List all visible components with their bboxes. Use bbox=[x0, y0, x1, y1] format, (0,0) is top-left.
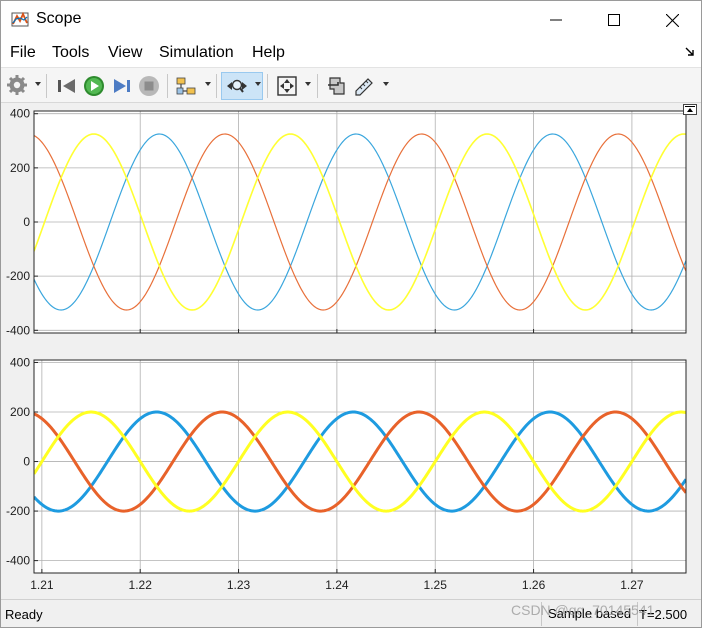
x-tick-label: 1.26 bbox=[522, 578, 546, 592]
maximize-icon bbox=[608, 14, 620, 26]
y-tick-label: 200 bbox=[10, 161, 30, 175]
y-tick-label: -200 bbox=[6, 504, 30, 518]
measurement-dropdown-icon[interactable] bbox=[383, 82, 389, 86]
y-tick-label: 400 bbox=[10, 355, 30, 369]
y-tick-label: 200 bbox=[10, 405, 30, 419]
expand-axes-button[interactable] bbox=[683, 104, 697, 115]
x-tick-label: 1.24 bbox=[325, 578, 349, 592]
settings-dropdown-icon[interactable] bbox=[35, 82, 41, 86]
close-button[interactable] bbox=[643, 1, 701, 39]
y-tick-label: -400 bbox=[6, 554, 30, 568]
toolbar-separator bbox=[46, 74, 47, 98]
toolbar-separator bbox=[317, 74, 318, 98]
toolbar-separator bbox=[167, 74, 168, 98]
toolbar-separator bbox=[267, 74, 268, 98]
signal-selector-dropdown-icon[interactable] bbox=[205, 82, 211, 86]
menu-file[interactable]: File bbox=[10, 44, 36, 62]
minimize-icon bbox=[550, 19, 562, 21]
expand-axes-icon bbox=[685, 106, 695, 112]
settings-gear-icon[interactable] bbox=[6, 74, 30, 98]
menu-view[interactable]: View bbox=[108, 44, 142, 62]
close-icon bbox=[665, 13, 679, 27]
y-tick-label: 0 bbox=[23, 455, 30, 469]
run-icon[interactable] bbox=[82, 74, 106, 98]
matlab-scope-icon bbox=[11, 11, 29, 27]
zoom-icon[interactable] bbox=[225, 74, 249, 98]
step-back-icon[interactable] bbox=[55, 74, 79, 98]
scope-plots[interactable]: 4002000-200-4004002000-200-4001.21 1.22 1.… bbox=[1, 103, 701, 599]
highlight-block-icon[interactable] bbox=[325, 74, 349, 98]
x-tick-label: 1.27 bbox=[620, 578, 644, 592]
maximize-button[interactable] bbox=[585, 1, 643, 39]
menu-bar: File Tools View Simulation Help bbox=[1, 39, 701, 67]
x-tick-label: 1.23 bbox=[227, 578, 251, 592]
autoscale-icon[interactable] bbox=[275, 74, 299, 98]
step-forward-icon[interactable] bbox=[110, 74, 134, 98]
y-tick-label: -400 bbox=[6, 323, 30, 337]
y-tick-label: -200 bbox=[6, 269, 30, 283]
minimize-button[interactable] bbox=[527, 1, 585, 39]
menu-help[interactable]: Help bbox=[252, 44, 285, 62]
toolbar bbox=[1, 67, 701, 103]
stop-icon[interactable] bbox=[137, 74, 161, 98]
menu-simulation[interactable]: Simulation bbox=[159, 44, 234, 62]
measurement-icon[interactable] bbox=[353, 74, 377, 98]
zoom-dropdown-icon[interactable] bbox=[255, 82, 261, 86]
x-tick-label: 1.22 bbox=[129, 578, 153, 592]
scope-window: Scope File Tools View Simulation Help 40… bbox=[0, 0, 702, 628]
watermark: CSDN @qq_70145541 bbox=[511, 602, 655, 618]
signal-selector-icon[interactable] bbox=[174, 74, 198, 98]
toolbar-separator bbox=[216, 74, 217, 98]
scope-plot-area[interactable]: 400 200 0 -200 -400 400 200 0 -200 -400 1.21 1.22 1.… bbox=[1, 103, 701, 599]
window-title: Scope bbox=[36, 10, 82, 27]
autoscale-dropdown-icon[interactable] bbox=[305, 82, 311, 86]
y-tick-label: 0 bbox=[23, 215, 30, 229]
dock-arrow-icon[interactable] bbox=[685, 47, 695, 57]
x-tick-label: 1.21 bbox=[30, 578, 54, 592]
x-tick-label: 1.25 bbox=[424, 578, 448, 592]
title-bar: Scope bbox=[1, 1, 701, 39]
status-ready: Ready bbox=[5, 607, 43, 622]
axes-1 bbox=[33, 359, 687, 574]
y-tick-label: 400 bbox=[10, 107, 30, 121]
menu-tools[interactable]: Tools bbox=[52, 44, 89, 62]
